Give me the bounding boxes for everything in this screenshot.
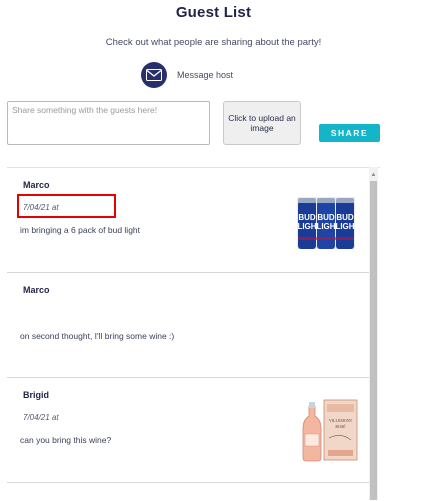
upload-image-button[interactable]: Click to upload an image — [223, 101, 301, 145]
post-timestamp: 7/04/21 at — [23, 413, 59, 422]
post-author: Marco — [23, 180, 50, 190]
page-subtitle: Check out what people are sharing about … — [105, 37, 322, 48]
svg-text:BUD: BUD — [298, 213, 316, 222]
envelope-icon — [141, 62, 167, 88]
rose-wine-bottle-image[interactable]: VILLEMONT ROSÉ — [299, 398, 359, 462]
svg-text:ROSÉ: ROSÉ — [335, 424, 346, 429]
share-text-input[interactable] — [7, 101, 210, 145]
message-host-button[interactable]: Message host — [141, 62, 233, 88]
scroll-up-arrow-icon[interactable]: ▲ — [369, 170, 378, 179]
feed-scrollbar[interactable]: ▲ — [369, 167, 378, 500]
post-item: Brigid 7/04/21 at can you bring this win… — [7, 378, 370, 483]
svg-text:LIGH: LIGH — [335, 222, 354, 231]
post-item: Marco 7/04/21 at im bringing a 6 pack of… — [7, 168, 370, 273]
post-text: on second thought, I'll bring some wine … — [20, 331, 175, 341]
share-button[interactable]: SHARE — [319, 124, 380, 142]
post-timestamp: 7/04/21 at — [23, 203, 59, 212]
page-title: Guest List — [175, 4, 252, 21]
beer-six-pack-image[interactable]: BUD LIGH BUD LIGH BUD LIGH — [295, 193, 357, 251]
svg-text:LIGH: LIGH — [297, 222, 316, 231]
message-host-label: Message host — [177, 70, 234, 80]
svg-text:BUD: BUD — [317, 213, 335, 222]
post-text: can you bring this wine? — [20, 435, 112, 445]
scrollbar-thumb[interactable] — [370, 181, 377, 500]
post-author: Brigid — [23, 390, 49, 400]
svg-text:LIGH: LIGH — [316, 222, 335, 231]
svg-text:BUD: BUD — [336, 213, 354, 222]
post-author: Marco — [23, 285, 50, 295]
svg-text:VILLEMONT: VILLEMONT — [329, 418, 353, 423]
post-item: Marco on second thought, I'll bring some… — [7, 273, 370, 378]
posts-feed[interactable]: Marco 7/04/21 at im bringing a 6 pack of… — [7, 167, 380, 501]
post-text: im bringing a 6 pack of bud light — [20, 225, 141, 235]
